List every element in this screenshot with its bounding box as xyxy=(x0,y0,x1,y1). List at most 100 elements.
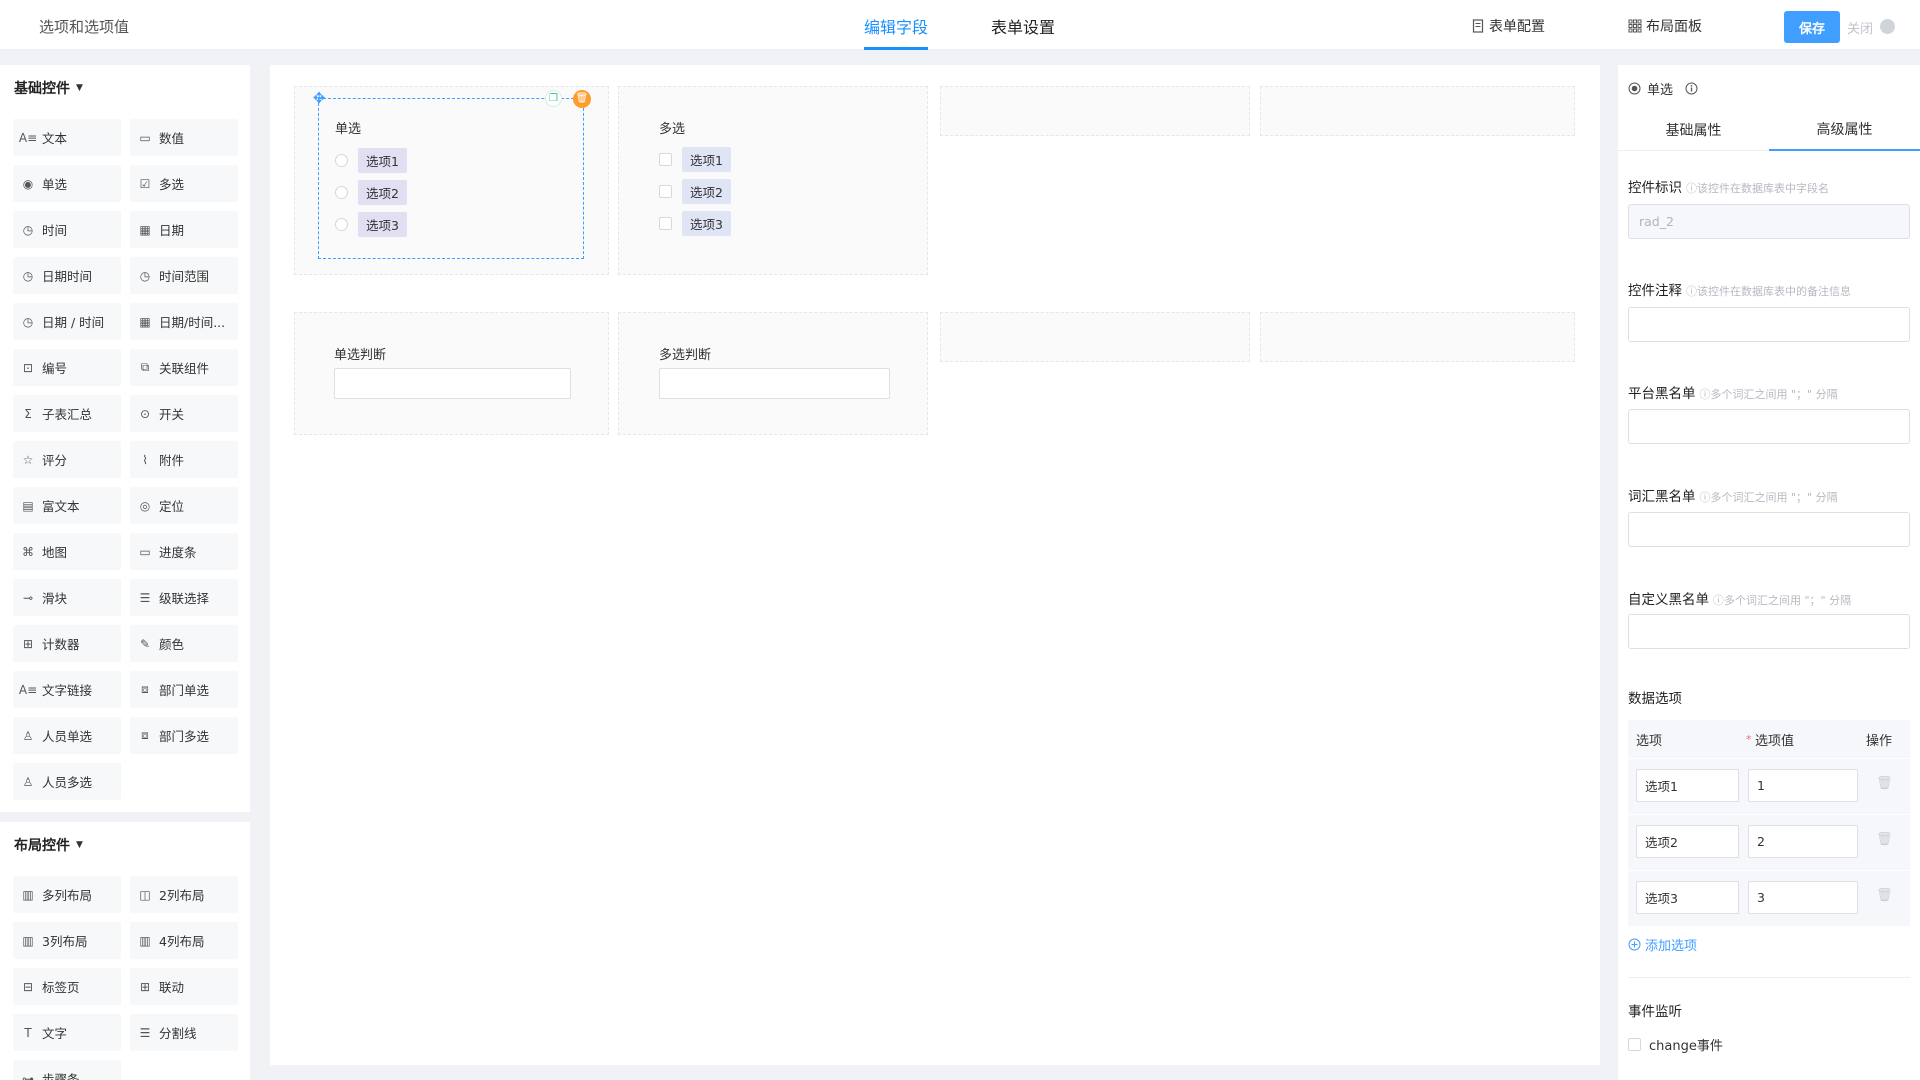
close-label[interactable]: 关闭 xyxy=(1847,18,1873,37)
palette-item-number[interactable]: ▭ 数值 xyxy=(130,119,238,156)
palette-item-three-columns[interactable]: ▥ 3列布局 xyxy=(13,922,121,959)
palette-item-calendar[interactable]: ▦ 日期/时间... xyxy=(130,303,238,340)
radio-option[interactable]: 选项3 xyxy=(335,212,407,237)
palette-item-checkbox[interactable]: ☑ 多选 xyxy=(130,165,238,202)
field-id-input[interactable]: rad_2 xyxy=(1628,204,1910,239)
vocab-blacklist-input[interactable] xyxy=(1628,512,1910,547)
close-toggle[interactable] xyxy=(1880,19,1895,34)
option-label-input[interactable]: 选项3 xyxy=(1636,881,1739,914)
copy-icon[interactable]: ❐ xyxy=(545,90,562,107)
move-icon[interactable]: ✥ xyxy=(311,90,327,106)
change-event-label: change事件 xyxy=(1649,1039,1723,1054)
option-value-input[interactable]: 3 xyxy=(1748,881,1858,914)
option-value-input[interactable]: 1 xyxy=(1748,769,1858,802)
tab-edit-fields[interactable]: 编辑字段 xyxy=(864,14,929,50)
palette-item-clock[interactable]: ◷ 时间范围 xyxy=(130,257,238,294)
change-event-checkbox[interactable] xyxy=(1628,1038,1641,1051)
info-icon[interactable] xyxy=(1685,82,1698,95)
palette-item-two-columns[interactable]: ◫ 2列布局 xyxy=(130,876,238,913)
grid-cell-empty[interactable] xyxy=(940,86,1250,136)
field-id-label: 控件标识 ⓘ该控件在数据库表中字段名 xyxy=(1628,176,1829,196)
field-comment-input[interactable] xyxy=(1628,307,1910,342)
palette-item-radio[interactable]: ◉ 单选 xyxy=(13,165,121,202)
trash-icon[interactable]: 🗑 xyxy=(1876,832,1893,847)
palette-item-cascader[interactable]: ☰ 级联选择 xyxy=(130,579,238,616)
palette-item-linkage[interactable]: ⊞ 联动 xyxy=(130,968,238,1005)
platform-blacklist-input[interactable] xyxy=(1628,409,1910,444)
palette-item-department-multi[interactable]: ⧈ 部门多选 xyxy=(130,717,238,754)
radio-circle[interactable] xyxy=(335,154,348,167)
trash-icon[interactable]: 🗑 xyxy=(1876,776,1893,791)
palette-item-text-link[interactable]: A≡ 文字链接 xyxy=(13,671,121,708)
checkbox-option[interactable]: 选项3 xyxy=(659,211,731,236)
layout-panel-button[interactable]: 布局面板 xyxy=(1628,16,1702,36)
palette-item-four-columns[interactable]: ▥ 4列布局 xyxy=(130,922,238,959)
radio-option-label: 选项1 xyxy=(358,148,407,173)
palette-item-calendar[interactable]: ▦ 日期 xyxy=(130,211,238,248)
tab-advanced-properties[interactable]: 高级属性 xyxy=(1769,109,1920,151)
add-option-button[interactable]: 添加选项 xyxy=(1628,935,1697,954)
palette-item-divider[interactable]: ☰ 分割线 xyxy=(130,1014,238,1051)
palette-item-sigma[interactable]: Σ 子表汇总 xyxy=(13,395,121,432)
layout-controls-title: 布局控件 xyxy=(14,838,70,854)
palette-item-paperclip[interactable]: ⌇ 附件 xyxy=(130,441,238,478)
radio-circle[interactable] xyxy=(335,218,348,231)
palette-item-color-picker[interactable]: ✎ 颜色 xyxy=(130,625,238,662)
basic-controls-header[interactable]: 基础控件 ▼ xyxy=(0,65,250,111)
tab-form-settings[interactable]: 表单设置 xyxy=(991,14,1055,50)
checkbox-option[interactable]: 选项1 xyxy=(659,147,731,172)
palette-item-label: 时间范围 xyxy=(159,269,210,284)
rich-text-icon: ▤ xyxy=(22,498,34,513)
radio-option[interactable]: 选项2 xyxy=(335,180,407,205)
palette-item-user[interactable]: ♙ 人员单选 xyxy=(13,717,121,754)
custom-blacklist-input[interactable] xyxy=(1628,614,1910,649)
map-icon: ⌘ xyxy=(22,544,34,559)
palette-item-slider[interactable]: ⊸ 滑块 xyxy=(13,579,121,616)
palette-item-users[interactable]: ♙ 人员多选 xyxy=(13,763,121,800)
palette-item-tabs[interactable]: ⊟ 标签页 xyxy=(13,968,121,1005)
checkbox-square[interactable] xyxy=(659,185,672,198)
palette-item-clock[interactable]: ◷ 日期 / 时间 xyxy=(13,303,121,340)
serial-icon: ⊡ xyxy=(22,360,34,375)
palette-item-columns[interactable]: ▥ 多列布局 xyxy=(13,876,121,913)
grid-cell-empty[interactable] xyxy=(1260,86,1575,136)
radio-circle[interactable] xyxy=(335,186,348,199)
layout-controls-header[interactable]: 布局控件 ▼ xyxy=(0,822,250,868)
divider xyxy=(1628,977,1910,978)
option-label-input[interactable]: 选项1 xyxy=(1636,769,1739,802)
palette-item-text-t[interactable]: T 文字 xyxy=(13,1014,121,1051)
save-button[interactable]: 保存 xyxy=(1784,11,1840,43)
trash-icon[interactable]: 🗑 xyxy=(1876,888,1893,903)
palette-item-map[interactable]: ⌘ 地图 xyxy=(13,533,121,570)
palette-item-counter[interactable]: ⊞ 计数器 xyxy=(13,625,121,662)
palette-item-label: 地图 xyxy=(42,545,68,560)
sigma-icon: Σ xyxy=(24,406,32,421)
palette-item-rich-text[interactable]: ▤ 富文本 xyxy=(13,487,121,524)
palette-item-department[interactable]: ⧈ 部门单选 xyxy=(130,671,238,708)
palette-item-clock[interactable]: ◷ 日期时间 xyxy=(13,257,121,294)
palette-item-serial[interactable]: ⊡ 编号 xyxy=(13,349,121,386)
radio-judge-input[interactable] xyxy=(334,368,571,399)
radio-option[interactable]: 选项1 xyxy=(335,148,407,173)
form-config-button[interactable]: 表单配置 xyxy=(1472,16,1545,36)
palette-item-steps[interactable]: ⊶ 步骤条 xyxy=(13,1060,121,1080)
palette-item-toggle[interactable]: ⊙ 开关 xyxy=(130,395,238,432)
checkbox-square[interactable] xyxy=(659,217,672,230)
palette-item-progress[interactable]: ▭ 进度条 xyxy=(130,533,238,570)
delete-icon[interactable]: 🗑 xyxy=(573,90,591,108)
checkbox-judge-input[interactable] xyxy=(659,368,890,399)
checkbox-option[interactable]: 选项2 xyxy=(659,179,731,204)
palette-item-clock[interactable]: ◷ 时间 xyxy=(13,211,121,248)
checkbox-square[interactable] xyxy=(659,153,672,166)
option-value-input[interactable]: 2 xyxy=(1748,825,1858,858)
palette-item-link-component[interactable]: ⧉ 关联组件 xyxy=(130,349,238,386)
tab-basic-properties[interactable]: 基础属性 xyxy=(1618,109,1769,151)
palette-item-star[interactable]: ☆ 评分 xyxy=(13,441,121,478)
change-event-option[interactable]: change事件 xyxy=(1628,1035,1723,1054)
option-label-input[interactable]: 选项2 xyxy=(1636,825,1739,858)
grid-cell-empty[interactable] xyxy=(940,312,1250,362)
grid-cell-empty[interactable] xyxy=(1260,312,1575,362)
platform-blacklist-label-text: 平台黑名单 xyxy=(1628,386,1696,402)
palette-item-text[interactable]: A≡ 文本 xyxy=(13,119,121,156)
palette-item-location[interactable]: ◎ 定位 xyxy=(130,487,238,524)
